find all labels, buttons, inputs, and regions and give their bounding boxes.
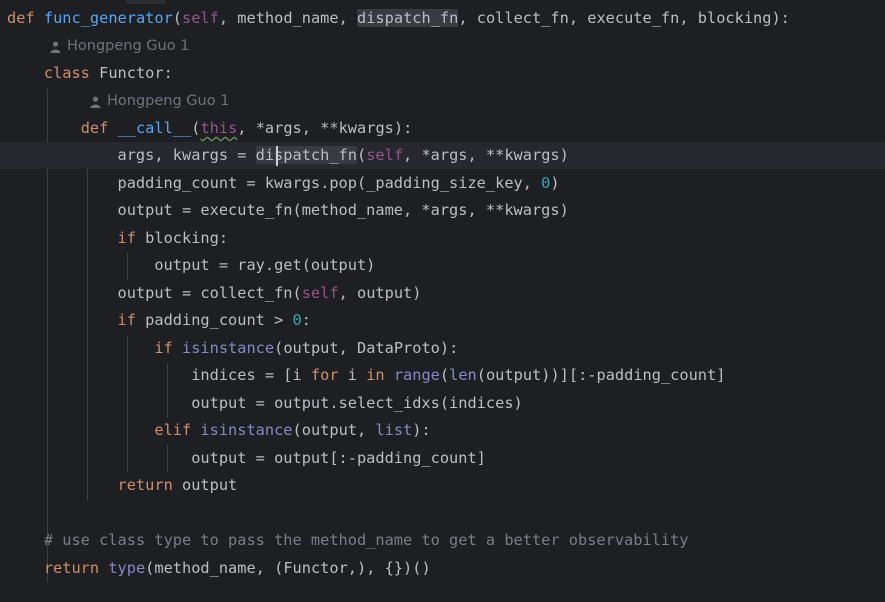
code-token: , output) [338, 284, 422, 302]
code-line[interactable]: elif isinstance(output, list): [0, 417, 885, 444]
code-token: if [154, 339, 173, 357]
code-token: if [117, 229, 136, 247]
code-token: range [393, 366, 440, 384]
code-token: 0 [292, 311, 302, 329]
code-token: , *args, **kwargs) [403, 146, 569, 164]
author-hint-text: Hongpeng Guo 1 [107, 93, 230, 109]
code-line-current[interactable]: args, kwargs = dispatch_fn(self, *args, … [0, 142, 885, 169]
code-token: return [43, 559, 100, 577]
code-line[interactable]: padding_count = kwargs.pop(_padding_size… [0, 170, 885, 197]
code-token: dispatch_fn [255, 146, 357, 164]
code-token: padding_count = kwargs.pop(_padding_size… [7, 174, 542, 192]
code-token: isinstance [182, 339, 275, 357]
code-line[interactable]: return type(method_name, (Functor,), {})… [0, 555, 885, 582]
code-token: dispatch_fn [357, 9, 459, 27]
code-token: (method_name, (Functor,), {})() [145, 559, 431, 577]
code-token: this [200, 119, 238, 137]
code-token: output [172, 476, 238, 494]
code-line[interactable]: output = output.select_idxs(indices) [0, 390, 885, 417]
code-line[interactable]: return output [0, 472, 885, 499]
code-line[interactable]: if padding_count > 0: [0, 307, 885, 334]
code-token: self [366, 146, 404, 164]
code-token: output = output.select_idxs(indices) [7, 394, 523, 412]
code-editor[interactable]: def func_generator(self, method_name, di… [0, 0, 885, 602]
code-token: , *args, **kwargs): [237, 119, 413, 137]
code-token: len [449, 366, 477, 384]
code-token: return [117, 476, 173, 494]
author-inlay-hint[interactable]: Hongpeng Guo 1 [90, 88, 229, 115]
code-line[interactable]: output = collect_fn(self, output) [0, 280, 885, 307]
code-line[interactable]: output = execute_fn(method_name, *args, … [0, 197, 885, 224]
code-line[interactable]: def __call__(this, *args, **kwargs): [0, 115, 885, 142]
code-token: ( [356, 146, 367, 164]
code-token: , collect_fn, execute_fn, blocking): [458, 9, 790, 27]
person-icon [50, 41, 61, 53]
code-line[interactable]: output = output[:-padding_count] [0, 445, 885, 472]
code-token: : [301, 311, 311, 329]
code-token: ( [439, 366, 450, 384]
code-token: output = collect_fn( [7, 284, 302, 302]
code-token: class [43, 64, 90, 82]
code-token: args, kwargs = [7, 146, 256, 164]
code-token: in [366, 366, 385, 384]
code-token: output = output[:-padding_count] [7, 449, 486, 467]
code-token: ) [550, 174, 560, 192]
code-token: list [375, 421, 413, 439]
code-token: isinstance [200, 421, 293, 439]
author-hint-text: Hongpeng Guo 1 [67, 38, 190, 54]
text-cursor [276, 146, 278, 166]
code-token: for [310, 366, 339, 384]
code-line[interactable]: output = ray.get(output) [0, 252, 885, 279]
code-token: (output, DataProto): [274, 339, 459, 357]
code-token: func_generator [43, 9, 173, 27]
person-icon [90, 96, 101, 108]
code-token: Functor: [89, 64, 173, 82]
code-token: output = ray.get(output) [7, 256, 376, 274]
code-token: ( [172, 9, 183, 27]
code-line[interactable]: if blocking: [0, 225, 885, 252]
code-token: self [301, 284, 339, 302]
code-line[interactable]: class Functor: [0, 60, 885, 87]
code-token: i [338, 366, 367, 384]
tab-fragment [126, 0, 166, 4]
code-token: indices = [i [7, 366, 311, 384]
code-token: __call__ [117, 119, 192, 137]
code-token: output = execute_fn(method_name, *args, … [7, 201, 569, 219]
code-token: self [182, 9, 219, 27]
author-inlay-hint[interactable]: Hongpeng Guo 1 [50, 33, 189, 60]
code-token: (output))][:-padding_count] [476, 366, 726, 384]
code-line[interactable] [0, 500, 885, 527]
code-line[interactable]: indices = [i for i in range(len(output))… [0, 362, 885, 389]
code-token: (output, [292, 421, 376, 439]
code-token: if [117, 311, 136, 329]
code-line[interactable]: if isinstance(output, DataProto): [0, 335, 885, 362]
code-token: , method_name, [218, 9, 358, 27]
code-line[interactable]: # use class type to pass the method_name… [0, 527, 885, 554]
code-token: ): [412, 421, 431, 439]
code-token: 0 [541, 174, 551, 192]
code-token: elif [154, 421, 192, 439]
code-token: blocking: [135, 229, 229, 247]
code-line[interactable]: def func_generator(self, method_name, di… [0, 5, 885, 32]
code-token: def [7, 9, 35, 27]
code-token: def [80, 119, 109, 137]
code-token: type [108, 559, 146, 577]
code-token: # use class type to pass the method_name… [43, 531, 689, 549]
code-token: padding_count > [135, 311, 293, 329]
